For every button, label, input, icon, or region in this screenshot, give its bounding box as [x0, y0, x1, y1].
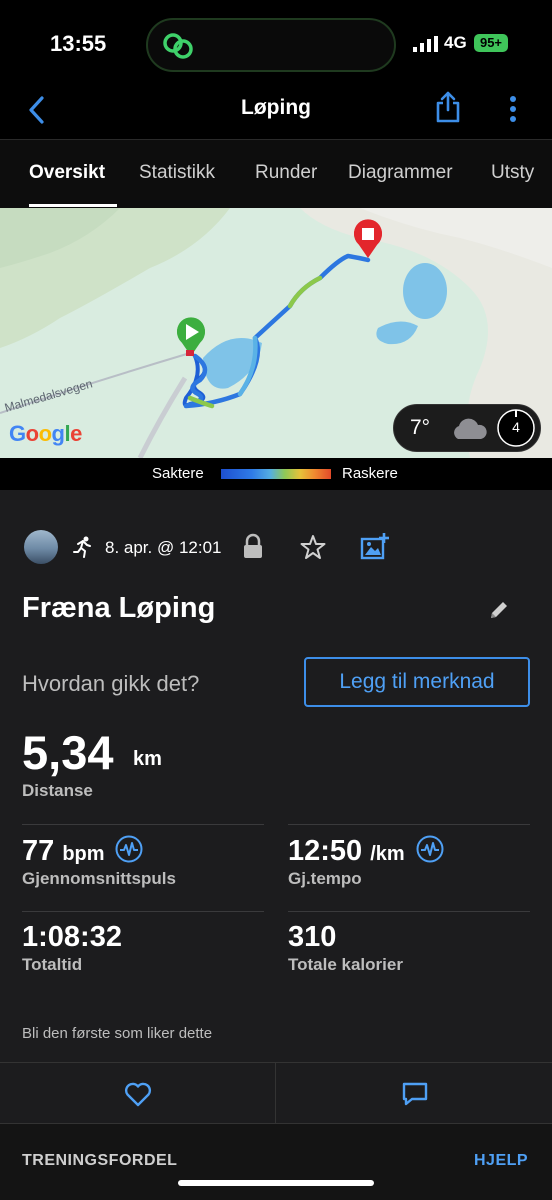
add-note-button[interactable]: Legg til merknad — [304, 657, 530, 707]
running-icon — [73, 536, 91, 558]
like-heart-icon[interactable] — [124, 1081, 152, 1107]
google-logo: Google — [9, 421, 82, 446]
pace-gradient-bar — [221, 469, 331, 479]
temperature: 7° — [410, 416, 431, 439]
weather-widget[interactable]: 7° 4 — [393, 404, 541, 452]
route-map[interactable]: Malmedalsvegen Google 7° 4 — [0, 208, 552, 458]
active-tab-indicator — [29, 204, 117, 207]
network-type: 4G — [444, 33, 467, 52]
training-benefit-section: TRENINGSFORDEL HJELP — [0, 1124, 552, 1200]
activity-date: 8. apr. @ 12:01 — [105, 538, 222, 557]
edit-pencil-icon[interactable] — [488, 599, 510, 621]
page-title: Løping — [241, 96, 311, 119]
activity-meta: 8. apr. @ 12:01 — [24, 528, 534, 564]
pace-chart-icon[interactable] — [416, 835, 444, 863]
total-time-label: Totaltid — [22, 955, 83, 974]
divider — [288, 824, 530, 825]
tab-statistics[interactable]: Statistikk — [139, 162, 215, 184]
avg-pace: 12:50 /km — [288, 835, 405, 868]
social-actions — [0, 1062, 552, 1125]
wind-indicator: 4 — [496, 408, 536, 448]
divider — [288, 911, 530, 912]
lock-icon[interactable] — [242, 533, 264, 559]
avg-pace-value: 12:50 — [288, 835, 363, 867]
home-indicator[interactable] — [178, 1180, 374, 1186]
link-app-icon — [163, 33, 193, 59]
comment-icon[interactable] — [401, 1081, 429, 1107]
feedback-prompt: Hvordan gikk det? — [22, 671, 200, 696]
tab-charts[interactable]: Diagrammer — [348, 162, 453, 184]
legend-slow-label: Saktere — [152, 465, 204, 482]
like-prompt: Bli den første som liker dette — [22, 1025, 213, 1042]
star-icon[interactable] — [300, 534, 326, 560]
help-link[interactable]: HJELP — [474, 1152, 528, 1170]
avatar[interactable] — [24, 530, 58, 564]
avg-heart-rate: 77 bpm — [22, 835, 105, 868]
avg-heart-rate-label: Gjennomsnittspuls — [22, 869, 176, 888]
calories-label: Totale kalorier — [288, 955, 403, 974]
navigation-bar: Løping — [0, 90, 552, 140]
heart-rate-chart-icon[interactable] — [115, 835, 143, 863]
status-bar: 13:55 4G 95+ — [0, 0, 552, 90]
activity-title: Fræna Løping — [22, 592, 216, 624]
distance-unit: km — [133, 748, 162, 770]
tab-bar: Oversikt Statistikk Runder Diagrammer Ut… — [0, 140, 552, 208]
distance-value: 5,34 — [22, 726, 114, 779]
cloud-icon — [454, 418, 487, 439]
tab-laps[interactable]: Runder — [255, 162, 317, 184]
distance-label: Distanse — [22, 781, 93, 800]
pace-legend: Saktere Raskere — [0, 458, 552, 490]
divider — [22, 824, 264, 825]
divider — [22, 911, 264, 912]
wind-speed: 4 — [512, 419, 520, 435]
section-heading: TRENINGSFORDEL — [22, 1152, 178, 1169]
battery-indicator: 95+ — [474, 34, 508, 52]
legend-fast-label: Raskere — [342, 465, 398, 482]
total-time-value: 1:08:32 — [22, 921, 122, 953]
status-time: 13:55 — [50, 31, 107, 56]
more-options-icon[interactable] — [505, 94, 521, 124]
tab-overview[interactable]: Oversikt — [29, 162, 105, 184]
avg-heart-rate-unit: bpm — [62, 843, 105, 865]
share-icon[interactable] — [434, 90, 462, 124]
activity-card: 8. apr. @ 12:01 Fræna Løping Hvordan gik… — [0, 490, 552, 1200]
tab-gear[interactable]: Utsty — [491, 162, 534, 184]
calories-value: 310 — [288, 921, 337, 953]
avg-pace-label: Gj.tempo — [288, 869, 362, 888]
dynamic-island[interactable] — [146, 18, 396, 72]
avg-pace-unit: /km — [370, 843, 405, 865]
signal-icon — [413, 36, 438, 52]
actions-divider — [275, 1063, 276, 1125]
add-photo-icon[interactable] — [360, 532, 390, 560]
avg-heart-rate-value: 77 — [22, 835, 55, 867]
